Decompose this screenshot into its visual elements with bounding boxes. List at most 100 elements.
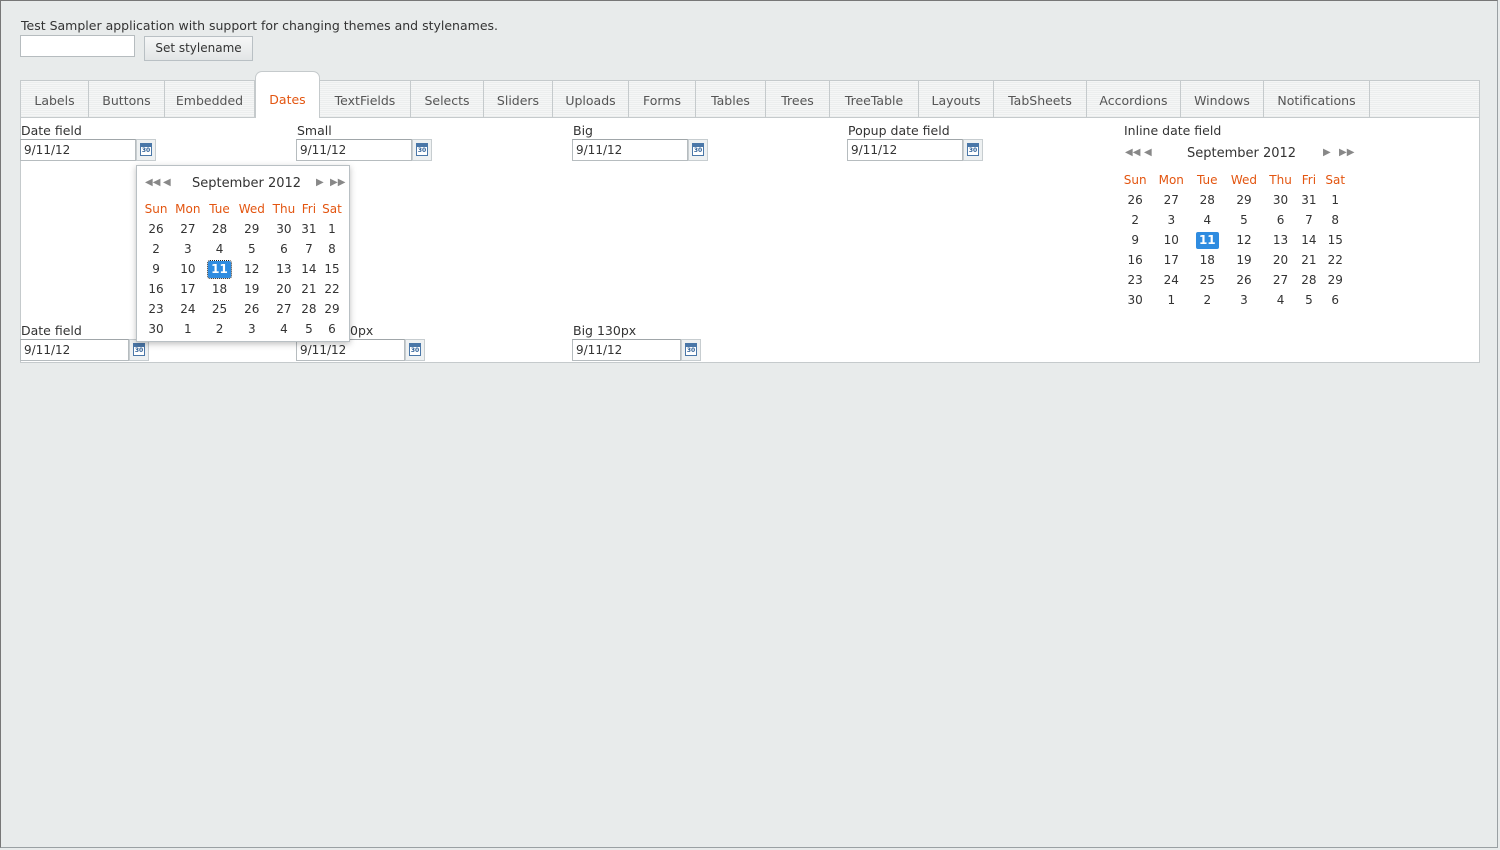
calendar-day[interactable]: 6 — [1320, 290, 1350, 310]
calendar-day[interactable]: 30 — [1118, 290, 1152, 310]
set-stylename-button[interactable]: Set stylename — [144, 36, 253, 61]
calendar-day[interactable]: 22 — [319, 279, 345, 299]
calendar-day[interactable]: 2 — [1118, 210, 1152, 230]
tab-dates[interactable]: Dates — [255, 71, 320, 118]
calendar-day[interactable]: 1 — [1152, 290, 1190, 310]
tab-forms[interactable]: Forms — [629, 81, 696, 117]
small-date-calendar-button[interactable]: 30 — [412, 139, 432, 161]
tab-notifications[interactable]: Notifications — [1264, 81, 1370, 117]
calendar-day[interactable]: 5 — [235, 239, 270, 259]
calendar-day[interactable]: 1 — [319, 219, 345, 239]
tab-sliders[interactable]: Sliders — [484, 81, 553, 117]
tab-embedded[interactable]: Embedded — [165, 81, 255, 117]
calendar-day[interactable]: 6 — [1264, 210, 1298, 230]
calendar-day[interactable]: 24 — [1152, 270, 1190, 290]
calendar-day[interactable]: 15 — [1320, 230, 1350, 250]
calendar-day[interactable]: 4 — [205, 239, 235, 259]
calendar-day[interactable]: 31 — [299, 219, 319, 239]
calendar-day[interactable]: 28 — [1190, 190, 1224, 210]
calendar-day[interactable]: 18 — [205, 279, 235, 299]
calendar-day[interactable]: 12 — [235, 259, 270, 279]
calendar-day[interactable]: 17 — [171, 279, 204, 299]
calendar-day[interactable]: 6 — [319, 319, 345, 339]
tab-trees[interactable]: Trees — [766, 81, 830, 117]
tab-tabsheets[interactable]: TabSheets — [994, 81, 1087, 117]
small-130-calendar-button[interactable]: 30 — [405, 339, 425, 361]
calendar-day[interactable]: 17 — [1152, 250, 1190, 270]
calendar-day[interactable]: 27 — [269, 299, 299, 319]
calendar-day[interactable]: 3 — [171, 239, 204, 259]
calendar-day[interactable]: 7 — [299, 239, 319, 259]
calendar-day[interactable]: 14 — [1297, 230, 1320, 250]
calendar-day[interactable]: 26 — [1224, 270, 1263, 290]
calendar-day[interactable]: 29 — [1224, 190, 1263, 210]
calendar-day[interactable]: 27 — [1152, 190, 1190, 210]
tab-uploads[interactable]: Uploads — [553, 81, 629, 117]
calendar-day[interactable]: 22 — [1320, 250, 1350, 270]
calendar-day[interactable]: 3 — [1224, 290, 1263, 310]
calendar-day[interactable]: 19 — [235, 279, 270, 299]
calendar-day[interactable]: 6 — [269, 239, 299, 259]
big-130-calendar-button[interactable]: 30 — [681, 339, 701, 361]
calendar-day[interactable]: 4 — [1264, 290, 1298, 310]
prev-year-icon[interactable]: ◀◀ — [1125, 147, 1140, 158]
calendar-day[interactable]: 30 — [1264, 190, 1298, 210]
big-date-calendar-button[interactable]: 30 — [688, 139, 708, 161]
calendar-day[interactable]: 21 — [1297, 250, 1320, 270]
calendar-day[interactable]: 29 — [235, 219, 270, 239]
next-month-icon[interactable]: ▶ — [316, 177, 324, 188]
calendar-day[interactable]: 5 — [1224, 210, 1263, 230]
calendar-day[interactable]: 26 — [141, 219, 171, 239]
date-field-2-input[interactable] — [20, 339, 129, 361]
calendar-day[interactable]: 11 — [1190, 230, 1224, 250]
tab-selects[interactable]: Selects — [411, 81, 484, 117]
calendar-day[interactable]: 5 — [299, 319, 319, 339]
calendar-day[interactable]: 13 — [1264, 230, 1298, 250]
calendar-day[interactable]: 2 — [205, 319, 235, 339]
calendar-day[interactable]: 16 — [1118, 250, 1152, 270]
tab-labels[interactable]: Labels — [21, 81, 89, 117]
stylename-input[interactable] — [20, 35, 135, 57]
next-year-icon[interactable]: ▶▶ — [1339, 147, 1354, 158]
calendar-day[interactable]: 3 — [235, 319, 270, 339]
calendar-day[interactable]: 8 — [1320, 210, 1350, 230]
calendar-day[interactable]: 18 — [1190, 250, 1224, 270]
big-130-input[interactable] — [572, 339, 681, 361]
calendar-day[interactable]: 10 — [171, 259, 204, 279]
calendar-day[interactable]: 2 — [141, 239, 171, 259]
calendar-day[interactable]: 27 — [171, 219, 204, 239]
tab-textfields[interactable]: TextFields — [320, 81, 411, 117]
date-field-input[interactable] — [20, 139, 136, 161]
small-130-input[interactable] — [296, 339, 405, 361]
date-field-2-calendar-button[interactable]: 30 — [129, 339, 149, 361]
calendar-day[interactable]: 28 — [205, 219, 235, 239]
calendar-day[interactable]: 19 — [1224, 250, 1263, 270]
selected-day[interactable]: 11 — [1195, 231, 1219, 249]
calendar-day[interactable]: 10 — [1152, 230, 1190, 250]
date-field-calendar-button[interactable]: 30 — [136, 139, 156, 161]
prev-month-icon[interactable]: ◀ — [1144, 147, 1152, 158]
calendar-day[interactable]: 11 — [205, 259, 235, 279]
tab-windows[interactable]: Windows — [1181, 81, 1264, 117]
tab-tables[interactable]: Tables — [696, 81, 766, 117]
calendar-day[interactable]: 9 — [1118, 230, 1152, 250]
popup-date-calendar-button[interactable]: 30 — [963, 139, 983, 161]
calendar-day[interactable]: 15 — [319, 259, 345, 279]
small-date-input[interactable] — [296, 139, 412, 161]
calendar-day[interactable]: 4 — [269, 319, 299, 339]
calendar-day[interactable]: 9 — [141, 259, 171, 279]
calendar-day[interactable]: 1 — [1320, 190, 1350, 210]
calendar-day[interactable]: 26 — [235, 299, 270, 319]
calendar-day[interactable]: 25 — [205, 299, 235, 319]
tab-treetable[interactable]: TreeTable — [830, 81, 919, 117]
calendar-day[interactable]: 20 — [1264, 250, 1298, 270]
calendar-day[interactable]: 30 — [141, 319, 171, 339]
calendar-day[interactable]: 28 — [1297, 270, 1320, 290]
calendar-day[interactable]: 16 — [141, 279, 171, 299]
next-month-icon[interactable]: ▶ — [1323, 147, 1331, 158]
tab-buttons[interactable]: Buttons — [89, 81, 165, 117]
tab-layouts[interactable]: Layouts — [919, 81, 994, 117]
calendar-day[interactable]: 24 — [171, 299, 204, 319]
calendar-day[interactable]: 1 — [171, 319, 204, 339]
calendar-day[interactable]: 23 — [141, 299, 171, 319]
